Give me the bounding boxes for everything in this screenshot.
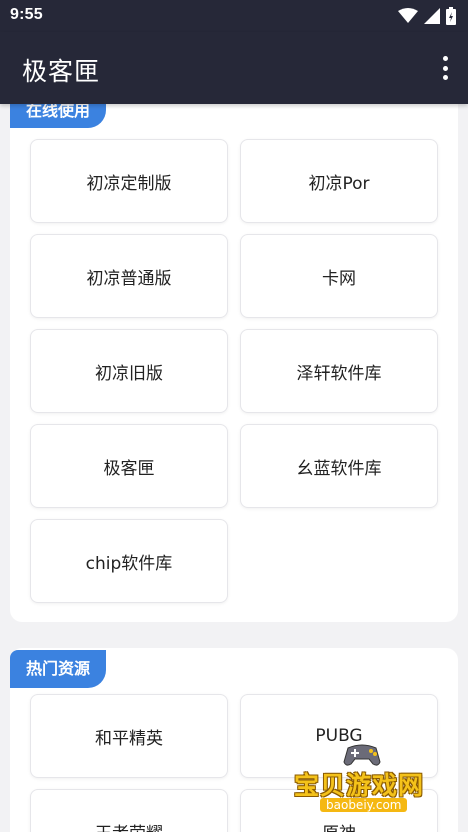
section-tag-hot: 热门资源 [10,650,107,688]
resource-tile[interactable]: 王者荣耀 [30,789,228,832]
status-bar: 9:55 [0,0,468,32]
app-bar: 极客匣 [0,32,468,104]
watermark-text: 宝贝游戏网 [294,771,425,800]
tool-tile[interactable]: 泽轩软件库 [240,329,438,413]
main-content[interactable]: 在线使用 初凉定制版 初凉Por 初凉普通版 卡网 初凉旧版 泽轩软件库 极客匣… [0,104,468,832]
tool-tile[interactable]: 初凉Por [240,139,438,223]
app-title: 极客匣 [22,57,101,86]
cell-signal-icon [424,8,440,24]
status-time: 9:55 [10,6,43,23]
tool-tile[interactable]: 幺蓝软件库 [240,424,438,508]
tool-tile[interactable]: 初凉普通版 [30,234,228,318]
watermark-logo: 宝贝游戏网 baobeiy.com [282,742,442,822]
online-section: 在线使用 初凉定制版 初凉Por 初凉普通版 卡网 初凉旧版 泽轩软件库 极客匣… [10,104,458,622]
wifi-icon [398,8,418,23]
gamepad-icon [343,744,381,766]
status-icons [398,7,456,25]
watermark-url: baobeiy.com [320,798,408,812]
more-vert-icon[interactable] [440,54,450,82]
tool-tile[interactable]: 初凉定制版 [30,139,228,223]
tool-tile[interactable]: 卡网 [240,234,438,318]
section-tag-online: 在线使用 [10,104,107,128]
tool-tile[interactable]: chip软件库 [30,519,228,603]
tool-tile[interactable]: 极客匣 [30,424,228,508]
battery-icon [446,7,456,25]
resource-tile[interactable]: 和平精英 [30,694,228,778]
tool-tile[interactable]: 初凉旧版 [30,329,228,413]
